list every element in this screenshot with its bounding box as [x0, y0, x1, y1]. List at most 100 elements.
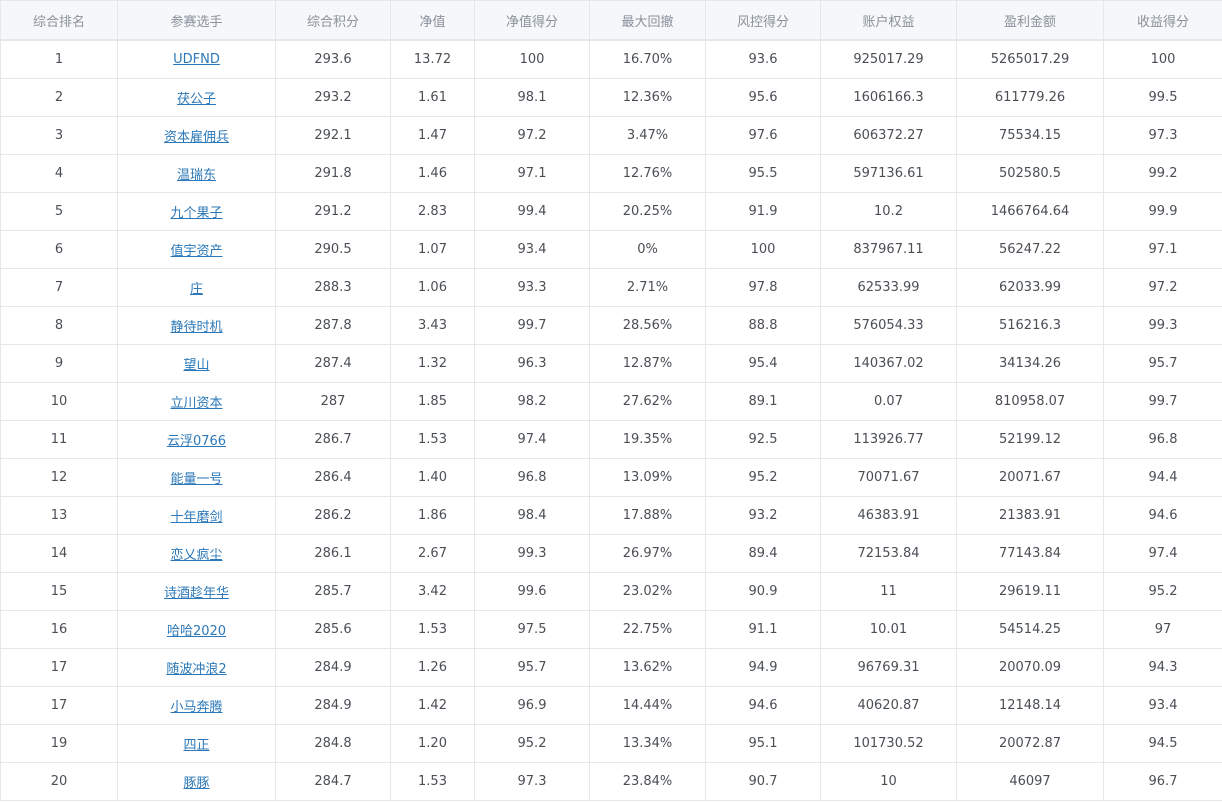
cell-player: 云浮0766	[117, 420, 276, 459]
player-link[interactable]: 豚豚	[183, 776, 209, 791]
cell-return-score: 97.4	[1103, 534, 1222, 573]
cell-total-score: 291.2	[275, 192, 391, 231]
table-row: 14 恋乂疯尘 286.1 2.67 99.3 26.97% 89.4 72153.84 771…	[0, 534, 1222, 573]
cell-account-equity: 576054.33	[820, 306, 957, 345]
cell-risk-score: 92.5	[705, 420, 821, 459]
cell-risk-score: 95.6	[705, 78, 821, 117]
cell-return-score: 94.3	[1103, 648, 1222, 687]
cell-account-equity: 101730.52	[820, 724, 957, 763]
cell-net-value-score: 95.2	[474, 724, 590, 763]
table-row: 1 UDFND 293.6 13.72 100 16.70% 93.6 925017.29 52…	[0, 39, 1222, 79]
cell-rank: 17	[0, 686, 118, 725]
cell-profit: 516216.3	[956, 306, 1104, 345]
cell-account-equity: 837967.11	[820, 230, 957, 269]
cell-max-drawdown: 20.25%	[589, 192, 706, 231]
cell-rank: 10	[0, 382, 118, 421]
player-link[interactable]: 小马奔腾	[170, 700, 222, 715]
cell-player: UDFND	[117, 39, 276, 79]
cell-net-value-score: 97.1	[474, 154, 590, 193]
cell-account-equity: 46383.91	[820, 496, 957, 535]
cell-player: 能量一号	[117, 458, 276, 497]
player-link[interactable]: 立川资本	[170, 396, 222, 411]
cell-account-equity: 10	[820, 762, 957, 801]
cell-profit: 34134.26	[956, 344, 1104, 383]
cell-max-drawdown: 17.88%	[589, 496, 706, 535]
cell-return-score: 93.4	[1103, 686, 1222, 725]
player-link[interactable]: 恋乂疯尘	[170, 548, 222, 563]
cell-profit: 21383.91	[956, 496, 1104, 535]
cell-total-score: 293.2	[275, 78, 391, 117]
ranking-table-container: 综合排名 参赛选手 综合积分 净值 净值得分 最大回撤 风控得分 账户权益 盈利金额 收益得分 1…	[0, 0, 1222, 803]
cell-return-score: 94.6	[1103, 496, 1222, 535]
cell-risk-score: 97.6	[705, 116, 821, 155]
player-link[interactable]: 十年磨剑	[170, 510, 222, 525]
table-row: 9 望山 287.4 1.32 96.3 12.87% 95.4 140367.02 34134…	[0, 344, 1222, 383]
cell-net-value-score: 95.7	[474, 648, 590, 687]
cell-total-score: 288.3	[275, 268, 391, 307]
cell-total-score: 286.1	[275, 534, 391, 573]
cell-total-score: 284.9	[275, 686, 391, 725]
cell-total-score: 285.6	[275, 610, 391, 649]
table-row: 2 茯公子 293.2 1.61 98.1 12.36% 95.6 1606166.3 6117…	[0, 78, 1222, 117]
cell-profit: 52199.12	[956, 420, 1104, 459]
cell-net-value: 1.61	[390, 78, 475, 117]
player-link[interactable]: 云浮0766	[167, 434, 226, 449]
player-link[interactable]: 值宇资产	[170, 244, 222, 259]
cell-net-value-score: 98.4	[474, 496, 590, 535]
cell-risk-score: 90.9	[705, 572, 821, 611]
player-link[interactable]: 茯公子	[177, 92, 216, 107]
player-link[interactable]: 静待时机	[170, 320, 222, 335]
cell-profit: 20070.09	[956, 648, 1104, 687]
cell-net-value-score: 98.1	[474, 78, 590, 117]
cell-profit: 54514.25	[956, 610, 1104, 649]
player-link[interactable]: UDFND	[173, 52, 220, 67]
cell-profit: 502580.5	[956, 154, 1104, 193]
cell-return-score: 100	[1103, 39, 1222, 79]
cell-profit: 810958.07	[956, 382, 1104, 421]
player-link[interactable]: 庄	[190, 282, 203, 297]
cell-total-score: 285.7	[275, 572, 391, 611]
cell-player: 随波冲浪2	[117, 648, 276, 687]
player-link[interactable]: 九个果子	[170, 206, 222, 221]
cell-net-value: 2.67	[390, 534, 475, 573]
column-header-profit: 盈利金额	[956, 0, 1104, 41]
player-link[interactable]: 四正	[183, 738, 209, 753]
player-link[interactable]: 能量一号	[170, 472, 222, 487]
cell-total-score: 290.5	[275, 230, 391, 269]
cell-return-score: 99.7	[1103, 382, 1222, 421]
player-link[interactable]: 望山	[183, 358, 209, 373]
cell-net-value-score: 96.8	[474, 458, 590, 497]
player-link[interactable]: 诗酒趁年华	[164, 586, 229, 601]
cell-player: 立川资本	[117, 382, 276, 421]
cell-net-value-score: 96.9	[474, 686, 590, 725]
player-link[interactable]: 随波冲浪2	[166, 662, 226, 677]
cell-total-score: 284.7	[275, 762, 391, 801]
cell-player: 茯公子	[117, 78, 276, 117]
table-row: 5 九个果子 291.2 2.83 99.4 20.25% 91.9 10.2 1466764.…	[0, 192, 1222, 231]
cell-max-drawdown: 16.70%	[589, 39, 706, 79]
cell-max-drawdown: 26.97%	[589, 534, 706, 573]
cell-rank: 6	[0, 230, 118, 269]
table-row: 20 豚豚 284.7 1.53 97.3 23.84% 90.7 10 46097 96.7	[0, 762, 1222, 801]
column-header-max-drawdown: 最大回撤	[589, 0, 706, 41]
cell-net-value: 2.83	[390, 192, 475, 231]
cell-player: 诗酒趁年华	[117, 572, 276, 611]
cell-total-score: 293.6	[275, 39, 391, 79]
player-link[interactable]: 资本雇佣兵	[164, 130, 229, 145]
cell-risk-score: 94.9	[705, 648, 821, 687]
cell-rank: 20	[0, 762, 118, 801]
cell-net-value: 3.42	[390, 572, 475, 611]
table-row: 3 资本雇佣兵 292.1 1.47 97.2 3.47% 97.6 606372.27 755…	[0, 116, 1222, 155]
cell-max-drawdown: 23.84%	[589, 762, 706, 801]
cell-net-value-score: 97.5	[474, 610, 590, 649]
cell-return-score: 99.3	[1103, 306, 1222, 345]
player-link[interactable]: 哈哈2020	[167, 624, 226, 639]
player-link[interactable]: 温瑞东	[177, 168, 216, 183]
cell-rank: 4	[0, 154, 118, 193]
column-header-risk-score: 风控得分	[705, 0, 821, 41]
cell-account-equity: 1606166.3	[820, 78, 957, 117]
table-row: 13 十年磨剑 286.2 1.86 98.4 17.88% 93.2 46383.91 213…	[0, 496, 1222, 535]
table-row: 16 哈哈2020 285.6 1.53 97.5 22.75% 91.1 10.01 5451…	[0, 610, 1222, 649]
column-header-account-equity: 账户权益	[820, 0, 957, 41]
cell-profit: 12148.14	[956, 686, 1104, 725]
